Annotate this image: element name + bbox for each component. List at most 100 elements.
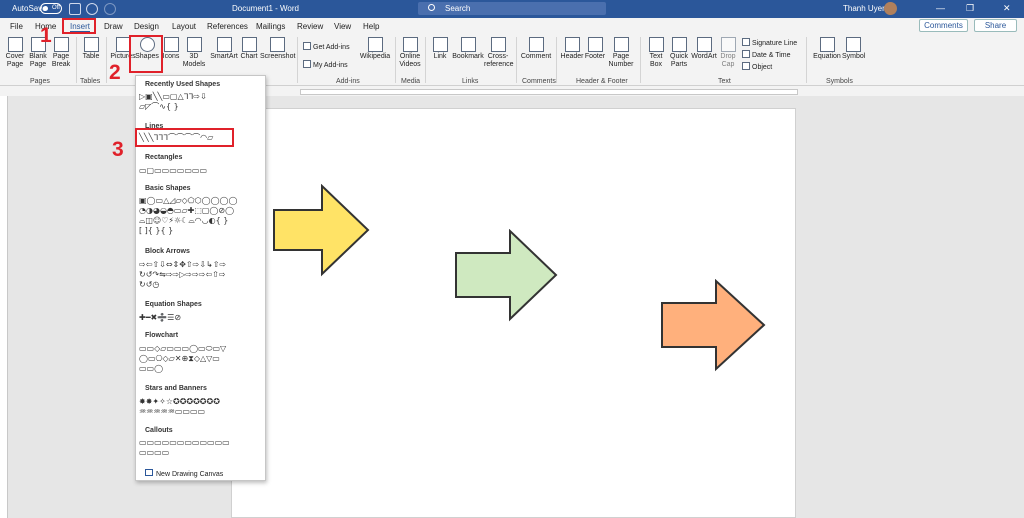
bookmark-button[interactable]: Bookmark <box>452 37 484 61</box>
header-button[interactable]: Header <box>560 37 584 61</box>
cube-icon <box>186 37 202 52</box>
object-button[interactable]: Object <box>742 62 772 71</box>
section-recently-used: Recently Used Shapes <box>145 81 221 88</box>
separator <box>395 37 396 83</box>
3d-models-button[interactable]: 3D Models <box>182 37 206 69</box>
separator <box>425 37 426 83</box>
page-number-button[interactable]: Page Number <box>606 37 636 69</box>
cross-reference-button[interactable]: Cross-reference <box>484 37 514 69</box>
chart-button[interactable]: Chart <box>239 37 259 61</box>
table-button[interactable]: Table <box>80 37 102 61</box>
quick-parts-icon <box>671 37 687 52</box>
signature-icon <box>742 38 750 46</box>
shape-gallery-flowchart[interactable]: ▭▭◇▱▭▭▭◯▭⬭▭▽ ◯▭⎔◇▱✕⊕⧗◇△▽▭ ▭▭◯ <box>139 344 264 374</box>
save-icon[interactable] <box>69 3 81 15</box>
cover-page-button[interactable]: Cover Page <box>4 37 26 69</box>
shape-gallery-stars[interactable]: ✸✸✦✧☆✪✪✪✪✪✪✪ ♒♒♒♒♒▭▭▭▭ <box>139 397 264 417</box>
group-addins-label: Add-ins <box>336 78 360 85</box>
tab-view[interactable]: View <box>334 22 351 31</box>
shape-gallery-equation[interactable]: ✚━✖➗☰⊘ <box>139 313 264 323</box>
wordart-button[interactable]: WordArt <box>690 37 718 61</box>
comment-icon <box>528 37 544 52</box>
highlight-shapes-button <box>129 35 163 73</box>
autosave-toggle[interactable]: Off <box>40 3 62 14</box>
separator <box>640 37 641 83</box>
share-button[interactable]: Share <box>974 19 1017 32</box>
shape-gallery-callouts[interactable]: ▭▭▭▭▭▭▭▭▭▭▭▭ ▭▭▭▭ <box>139 438 264 458</box>
undo-icon[interactable] <box>86 3 98 15</box>
page-number-icon <box>613 37 629 52</box>
footer-icon <box>587 37 603 52</box>
vertical-ruler[interactable] <box>0 96 8 518</box>
comment-button[interactable]: Comment <box>520 37 552 61</box>
section-flowchart: Flowchart <box>145 332 179 339</box>
title-bar: AutoSave Off Document1 - Word Search Tha… <box>0 0 1024 18</box>
minimize-button[interactable]: — <box>936 3 945 13</box>
my-addins-button[interactable]: My Add-ins <box>303 60 348 69</box>
drop-cap-button[interactable]: Drop Cap <box>718 37 738 69</box>
section-equation-shapes: Equation Shapes <box>145 301 202 308</box>
step-1-label: 1 <box>40 24 52 47</box>
group-tables-label: Tables <box>80 78 101 85</box>
group-symbols-label: Symbols <box>826 78 853 85</box>
tab-review[interactable]: Review <box>297 22 323 31</box>
tab-layout[interactable]: Layout <box>172 22 196 31</box>
quick-parts-button[interactable]: Quick Parts <box>668 37 690 69</box>
tab-mailings[interactable]: Mailings <box>256 22 285 31</box>
text-box-icon <box>648 37 664 52</box>
cover-page-icon <box>7 37 23 52</box>
document-title: Document1 - Word <box>232 4 299 13</box>
icons-button[interactable]: Icons <box>162 37 180 61</box>
restore-button[interactable]: ❐ <box>966 3 974 14</box>
tab-file[interactable]: File <box>10 22 23 31</box>
close-button[interactable]: ✕ <box>1003 3 1011 14</box>
smartart-button[interactable]: SmartArt <box>210 37 238 61</box>
drop-cap-icon <box>720 37 736 52</box>
group-pages-label: Pages <box>30 78 50 85</box>
text-box-button[interactable]: Text Box <box>646 37 666 69</box>
horizontal-ruler[interactable] <box>300 89 798 95</box>
object-icon <box>742 62 750 70</box>
tab-draw[interactable]: Draw <box>104 22 123 31</box>
separator <box>556 37 557 83</box>
shape-gallery-rectangles[interactable]: ▭▢▭▭▭▭▭▭▭ <box>139 166 264 176</box>
shape-gallery-block-arrows[interactable]: ⇨⇦⇧⇩⇔⇕✥⇧⇨⇩↳⇧⇨ ↻↺↷⇋⇨⇨▷⇨⇨⇨⇦⇧⇨ ↻↺◷ <box>139 260 264 290</box>
symbol-button[interactable]: Symbol <box>842 37 865 61</box>
green-arrow-shape[interactable] <box>454 229 558 323</box>
shape-gallery-basic[interactable]: ▣◯▭△◿▱◇⬠⬡◯◯◯◯ ◔◑◕◒◓▭▱✚⬚▢◯⊘◯ ⌓◫☺♡⚡☼☾⌓◠◡◐{ }… <box>139 196 264 236</box>
wikipedia-button[interactable]: Wikipedia <box>359 37 391 61</box>
link-icon <box>432 37 448 52</box>
avatar[interactable] <box>884 2 897 15</box>
orange-arrow-shape[interactable] <box>660 279 766 373</box>
wikipedia-icon <box>367 37 383 52</box>
section-block-arrows: Block Arrows <box>145 248 190 255</box>
separator <box>806 37 807 83</box>
separator <box>106 37 107 83</box>
drawing-canvas-icon <box>145 469 153 476</box>
redo-icon[interactable] <box>104 3 116 15</box>
online-videos-button[interactable]: Online Videos <box>398 37 422 69</box>
tab-help[interactable]: Help <box>363 22 379 31</box>
group-comments-label: Comments <box>522 78 556 85</box>
step-2-label: 2 <box>109 61 121 84</box>
new-drawing-canvas-item[interactable]: New Drawing Canvas <box>145 469 223 478</box>
separator <box>76 37 77 83</box>
calendar-icon <box>742 50 750 58</box>
page-break-button[interactable]: Page Break <box>50 37 72 69</box>
date-time-button[interactable]: Date & Time <box>742 50 791 59</box>
screenshot-button[interactable]: Screenshot <box>260 37 295 61</box>
tab-design[interactable]: Design <box>134 22 159 31</box>
comments-button[interactable]: Comments <box>919 19 968 32</box>
get-addins-button[interactable]: Get Add-ins <box>303 42 350 51</box>
search-box[interactable]: Search <box>418 2 606 15</box>
signature-line-button[interactable]: Signature Line <box>742 38 797 47</box>
tab-references[interactable]: References <box>207 22 248 31</box>
link-button[interactable]: Link <box>430 37 450 61</box>
section-rectangles: Rectangles <box>145 154 183 161</box>
yellow-arrow-shape[interactable] <box>272 184 370 278</box>
separator <box>297 37 298 83</box>
shape-gallery-recent[interactable]: ▷▣╲╲▭▢△ᒣᒣ⇨⇩ ▱◸⌒∿{ } <box>139 92 264 112</box>
footer-button[interactable]: Footer <box>584 37 606 61</box>
user-name: Thanh Uyen <box>843 4 887 13</box>
equation-button[interactable]: Equation <box>812 37 842 61</box>
